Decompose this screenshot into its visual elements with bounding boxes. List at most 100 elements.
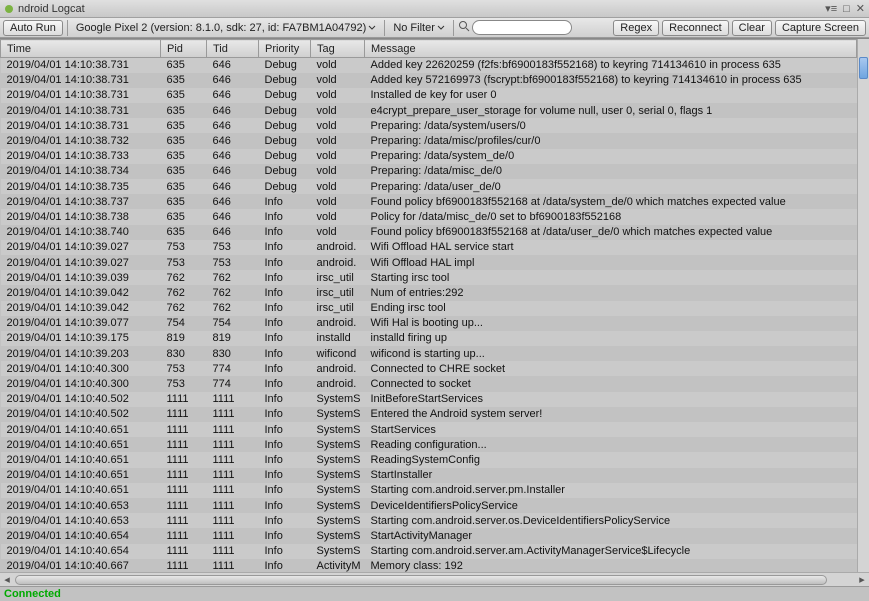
- cell-tid: 646: [207, 164, 259, 179]
- cell-pri: Info: [259, 407, 311, 422]
- cell-pri: Info: [259, 331, 311, 346]
- cell-tid: 646: [207, 133, 259, 148]
- table-row[interactable]: 2019/04/01 14:10:38.733635646DebugvoldPr…: [1, 149, 857, 164]
- cell-pid: 762: [161, 270, 207, 285]
- cell-time: 2019/04/01 14:10:38.731: [1, 103, 161, 118]
- cell-tid: 1111: [207, 437, 259, 452]
- search-input[interactable]: [472, 20, 572, 35]
- cell-time: 2019/04/01 14:10:40.502: [1, 392, 161, 407]
- cell-pid: 762: [161, 285, 207, 300]
- cell-time: 2019/04/01 14:10:38.738: [1, 209, 161, 224]
- dropdown-icon[interactable]: ▾≡: [825, 2, 837, 15]
- vertical-scrollbar-thumb[interactable]: [859, 57, 868, 79]
- cell-msg: Found policy bf6900183f552168 at /data/s…: [365, 194, 857, 209]
- scroll-right-icon[interactable]: ▸: [855, 574, 869, 586]
- cell-pri: Info: [259, 316, 311, 331]
- table-row[interactable]: 2019/04/01 14:10:38.731635646DebugvoldPr…: [1, 118, 857, 133]
- cell-time: 2019/04/01 14:10:40.653: [1, 513, 161, 528]
- table-row[interactable]: 2019/04/01 14:10:40.65111111111InfoSyste…: [1, 422, 857, 437]
- table-row[interactable]: 2019/04/01 14:10:38.738635646InfovoldPol…: [1, 209, 857, 224]
- cell-msg: e4crypt_prepare_user_storage for volume …: [365, 103, 857, 118]
- table-row[interactable]: 2019/04/01 14:10:40.65111111111InfoSyste…: [1, 437, 857, 452]
- cell-tag: vold: [311, 164, 365, 179]
- table-row[interactable]: 2019/04/01 14:10:40.65111111111InfoSyste…: [1, 483, 857, 498]
- reconnect-button[interactable]: Reconnect: [662, 20, 729, 36]
- cell-pid: 1111: [161, 513, 207, 528]
- col-header-tag[interactable]: Tag: [311, 40, 365, 58]
- horizontal-scrollbar[interactable]: ◂ ▸: [0, 572, 869, 586]
- col-header-time[interactable]: Time: [1, 40, 161, 58]
- table-row[interactable]: 2019/04/01 14:10:40.300753774Infoandroid…: [1, 376, 857, 391]
- table-row[interactable]: 2019/04/01 14:10:38.740635646InfovoldFou…: [1, 225, 857, 240]
- cell-pid: 1111: [161, 452, 207, 467]
- vertical-scrollbar[interactable]: [857, 39, 869, 572]
- table-row[interactable]: 2019/04/01 14:10:39.203830830Infowificon…: [1, 346, 857, 361]
- horizontal-scrollbar-thumb[interactable]: [15, 575, 827, 585]
- table-row[interactable]: 2019/04/01 14:10:38.737635646InfovoldFou…: [1, 194, 857, 209]
- cell-msg: Connected to socket: [365, 376, 857, 391]
- cell-msg: Added key 572169973 (fscrypt:bf6900183f5…: [365, 73, 857, 88]
- close-icon[interactable]: ✕: [856, 2, 865, 15]
- device-dropdown[interactable]: Google Pixel 2 (version: 8.1.0, sdk: 27,…: [72, 22, 380, 34]
- table-row[interactable]: 2019/04/01 14:10:39.027753753Infoandroid…: [1, 240, 857, 255]
- cell-pid: 635: [161, 194, 207, 209]
- filter-dropdown[interactable]: No Filter: [389, 22, 449, 34]
- table-row[interactable]: 2019/04/01 14:10:38.732635646DebugvoldPr…: [1, 133, 857, 148]
- clear-button[interactable]: Clear: [732, 20, 772, 36]
- table-row[interactable]: 2019/04/01 14:10:40.300753774Infoandroid…: [1, 361, 857, 376]
- table-row[interactable]: 2019/04/01 14:10:38.731635646DebugvoldAd…: [1, 58, 857, 73]
- table-row[interactable]: 2019/04/01 14:10:38.731635646DebugvoldIn…: [1, 88, 857, 103]
- cell-pri: Debug: [259, 179, 311, 194]
- col-header-pid[interactable]: Pid: [161, 40, 207, 58]
- table-row[interactable]: 2019/04/01 14:10:38.731635646DebugvoldAd…: [1, 73, 857, 88]
- table-row[interactable]: 2019/04/01 14:10:39.077754754Infoandroid…: [1, 316, 857, 331]
- cell-time: 2019/04/01 14:10:38.732: [1, 133, 161, 148]
- cell-time: 2019/04/01 14:10:38.731: [1, 118, 161, 133]
- autorun-button[interactable]: Auto Run: [3, 20, 63, 36]
- col-header-priority[interactable]: Priority: [259, 40, 311, 58]
- cell-time: 2019/04/01 14:10:40.651: [1, 483, 161, 498]
- table-row[interactable]: 2019/04/01 14:10:39.175819819Infoinstall…: [1, 331, 857, 346]
- cell-tid: 646: [207, 73, 259, 88]
- table-row[interactable]: 2019/04/01 14:10:40.65411111111InfoSyste…: [1, 544, 857, 559]
- cell-msg: Starting com.android.server.am.ActivityM…: [365, 544, 857, 559]
- cell-tag: wificond: [311, 346, 365, 361]
- table-row[interactable]: 2019/04/01 14:10:39.027753753Infoandroid…: [1, 255, 857, 270]
- table-row[interactable]: 2019/04/01 14:10:39.042762762Infoirsc_ut…: [1, 301, 857, 316]
- cell-pid: 753: [161, 361, 207, 376]
- table-row[interactable]: 2019/04/01 14:10:40.65111111111InfoSyste…: [1, 468, 857, 483]
- table-row[interactable]: 2019/04/01 14:10:40.65111111111InfoSyste…: [1, 452, 857, 467]
- cell-time: 2019/04/01 14:10:40.502: [1, 407, 161, 422]
- table-row[interactable]: 2019/04/01 14:10:40.50211111111InfoSyste…: [1, 392, 857, 407]
- cell-tag: SystemS: [311, 483, 365, 498]
- cell-pid: 1111: [161, 392, 207, 407]
- table-row[interactable]: 2019/04/01 14:10:40.65411111111InfoSyste…: [1, 528, 857, 543]
- scroll-left-icon[interactable]: ◂: [0, 574, 14, 586]
- cell-tag: irsc_util: [311, 285, 365, 300]
- table-row[interactable]: 2019/04/01 14:10:40.65311111111InfoSyste…: [1, 513, 857, 528]
- cell-tid: 646: [207, 179, 259, 194]
- capture-screen-button[interactable]: Capture Screen: [775, 20, 866, 36]
- table-row[interactable]: 2019/04/01 14:10:39.042762762Infoirsc_ut…: [1, 285, 857, 300]
- cell-tid: 646: [207, 58, 259, 73]
- table-row[interactable]: 2019/04/01 14:10:40.50211111111InfoSyste…: [1, 407, 857, 422]
- cell-msg: ReadingSystemConfig: [365, 452, 857, 467]
- cell-tid: 646: [207, 103, 259, 118]
- regex-button[interactable]: Regex: [613, 20, 659, 36]
- cell-time: 2019/04/01 14:10:38.733: [1, 149, 161, 164]
- col-header-tid[interactable]: Tid: [207, 40, 259, 58]
- android-icon: [4, 4, 14, 14]
- cell-msg: Memory class: 192: [365, 559, 857, 572]
- table-row[interactable]: 2019/04/01 14:10:38.734635646DebugvoldPr…: [1, 164, 857, 179]
- cell-time: 2019/04/01 14:10:38.731: [1, 88, 161, 103]
- table-row[interactable]: 2019/04/01 14:10:38.731635646Debugvolde4…: [1, 103, 857, 118]
- maximize-icon[interactable]: □: [843, 3, 850, 15]
- col-header-message[interactable]: Message: [365, 40, 857, 58]
- cell-msg: Ending irsc tool: [365, 301, 857, 316]
- table-row[interactable]: 2019/04/01 14:10:39.039762762Infoirsc_ut…: [1, 270, 857, 285]
- cell-tid: 646: [207, 149, 259, 164]
- cell-time: 2019/04/01 14:10:39.175: [1, 331, 161, 346]
- table-row[interactable]: 2019/04/01 14:10:40.65311111111InfoSyste…: [1, 498, 857, 513]
- table-row[interactable]: 2019/04/01 14:10:40.66711111111InfoActiv…: [1, 559, 857, 572]
- table-row[interactable]: 2019/04/01 14:10:38.735635646DebugvoldPr…: [1, 179, 857, 194]
